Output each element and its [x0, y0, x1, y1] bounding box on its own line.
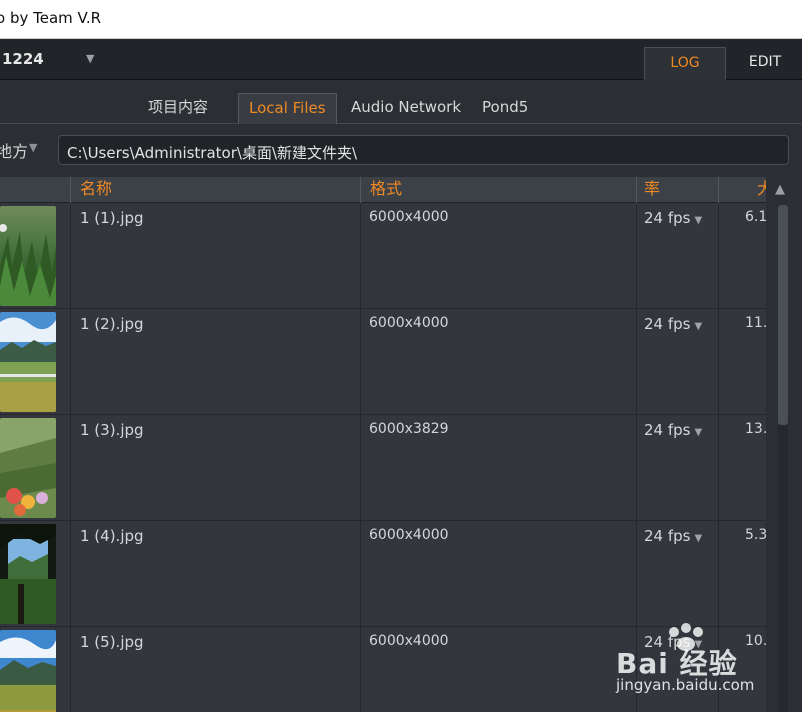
table-row[interactable]: 1 (1).jpg 6000x4000 24 fps ▼ 6.1 — [0, 203, 766, 309]
thumbnail-cell — [0, 521, 70, 626]
triangle-down-icon[interactable]: ▼ — [694, 533, 702, 544]
column-header-thumbnail[interactable] — [0, 177, 70, 203]
table-row[interactable]: 1 (5).jpg 6000x4000 24 fps▼ 10.2 — [0, 627, 766, 712]
file-name: 1 (3).jpg — [70, 415, 360, 520]
file-format: 6000x4000 — [360, 203, 636, 308]
thumbnail-image — [0, 418, 56, 518]
column-header-format[interactable]: 格式 — [360, 177, 636, 203]
project-name[interactable]: 1224 — [2, 50, 44, 68]
column-header-name[interactable]: 名称 — [70, 177, 360, 203]
tab-edit[interactable]: EDIT — [728, 47, 802, 80]
file-format: 6000x3829 — [360, 415, 636, 520]
thumbnail-cell — [0, 415, 70, 520]
thumbnail-image — [0, 312, 56, 412]
table-body: 1 (1).jpg 6000x4000 24 fps ▼ 6.1 1 (2).j… — [0, 203, 766, 712]
triangle-down-icon[interactable]: ▼ — [694, 321, 702, 332]
column-header-rate[interactable]: 率 — [636, 177, 718, 203]
triangle-down-icon[interactable]: ▼ — [86, 52, 94, 65]
triangle-down-icon[interactable]: ▼ — [694, 215, 702, 226]
tab-audio-network[interactable]: Audio Network — [341, 93, 471, 124]
frame-rate-value: 24 fps — [644, 633, 691, 651]
window-titlebar: o by Team V.R — [0, 0, 802, 39]
tab-local-files[interactable]: Local Files — [238, 93, 337, 124]
column-header-size[interactable]: 大 — [718, 177, 766, 203]
file-format: 6000x4000 — [360, 521, 636, 626]
frame-rate-value: 24 fps — [644, 421, 691, 439]
frame-rate[interactable]: 24 fps ▼ — [636, 309, 718, 414]
table-header: 名称 格式 率 大 — [0, 177, 766, 203]
triangle-down-icon[interactable]: ▼ — [694, 427, 702, 438]
file-table: 名称 格式 率 大 1 (1).jpg 6000x4000 — [0, 177, 766, 712]
file-format: 6000x4000 — [360, 309, 636, 414]
source-tabs: 项目内容 Local Files Audio Network Pond5 — [0, 81, 802, 124]
scroll-up-arrow-icon[interactable]: ▲ — [775, 182, 785, 197]
frame-rate-value: 24 fps — [644, 315, 691, 333]
file-format: 6000x4000 — [360, 627, 636, 712]
frame-rate[interactable]: 24 fps ▼ — [636, 627, 718, 712]
thumbnail-image — [0, 630, 56, 712]
file-name: 1 (1).jpg — [70, 203, 360, 308]
frame-rate-value: 24 fps — [644, 527, 691, 545]
app-window: o by Team V.R 1224 ▼ LOG EDIT 项目内容 Local… — [0, 0, 802, 712]
tab-project-content[interactable]: 项目内容 — [138, 93, 218, 124]
file-name: 1 (4).jpg — [70, 521, 360, 626]
triangle-down-icon[interactable]: ▼ — [29, 141, 37, 154]
path-field[interactable]: C:\Users\Administrator\桌面\新建文件夹\ — [58, 135, 789, 165]
triangle-down-icon[interactable]: ▼ — [694, 639, 702, 650]
thumbnail-cell — [0, 203, 70, 308]
frame-rate[interactable]: 24 fps ▼ — [636, 203, 718, 308]
tab-pond5[interactable]: Pond5 — [472, 93, 538, 124]
thumbnail-cell — [0, 627, 70, 712]
file-size: 13.5 — [718, 415, 766, 520]
thumbnail-image — [0, 524, 56, 624]
file-size: 6.1 — [718, 203, 766, 308]
scroll-thumb[interactable] — [778, 205, 788, 425]
tab-log[interactable]: LOG — [644, 47, 726, 80]
window-title: o by Team V.R — [0, 9, 102, 27]
vertical-scrollbar[interactable]: ▲ — [766, 177, 802, 712]
thumbnail-image — [0, 206, 56, 306]
table-row[interactable]: 1 (2).jpg 6000x4000 24 fps▼ 11.5 — [0, 309, 766, 415]
project-bar: 1224 ▼ LOG EDIT — [0, 39, 802, 80]
table-row[interactable]: 1 (4).jpg 6000x4000 24 fps ▼ 5.3 — [0, 521, 766, 627]
frame-rate[interactable]: 24 fps ▼ — [636, 415, 718, 520]
file-name: 1 (2).jpg — [70, 309, 360, 414]
location-label[interactable]: 地方 — [0, 138, 28, 162]
file-size: 5.3 — [718, 521, 766, 626]
table-row[interactable]: 1 (3).jpg 6000x3829 24 fps▼ 13.5 — [0, 415, 766, 521]
location-bar: 地方 ▼ C:\Users\Administrator\桌面\新建文件夹\ — [0, 125, 802, 177]
file-size: 10.2 — [718, 627, 766, 712]
frame-rate[interactable]: 24 fps ▼ — [636, 521, 718, 626]
thumbnail-cell — [0, 309, 70, 414]
file-name: 1 (5).jpg — [70, 627, 360, 712]
file-size: 11.5 — [718, 309, 766, 414]
frame-rate-value: 24 fps — [644, 209, 691, 227]
